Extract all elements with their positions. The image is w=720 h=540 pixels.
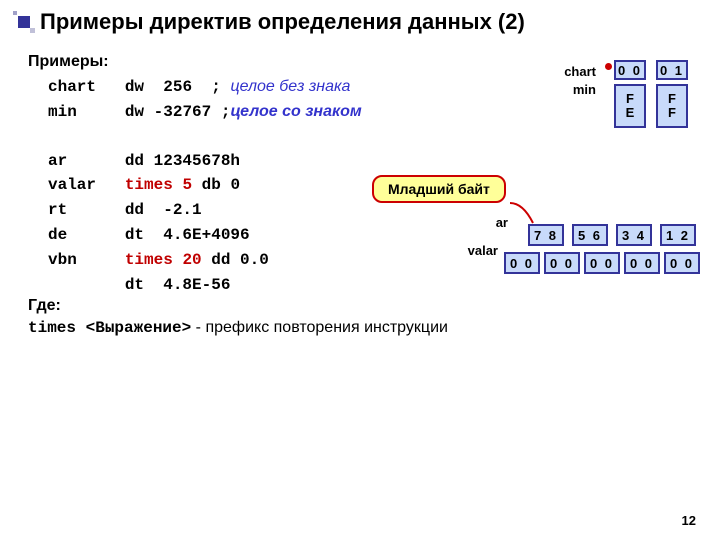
title-bullet <box>13 11 35 33</box>
where-label: Где: <box>28 297 458 315</box>
byte-valar-0: 0 0 <box>504 252 540 274</box>
byte-valar-1: 0 0 <box>544 252 580 274</box>
byte-chart-1: 0 1 <box>656 60 688 80</box>
byte-min-0: FE <box>614 84 646 128</box>
byte-valar-2: 0 0 <box>584 252 620 274</box>
byte-ar-3: 1 2 <box>660 224 696 246</box>
byte-ar-2: 3 4 <box>616 224 652 246</box>
byte-valar-4: 0 0 <box>664 252 700 274</box>
byte-min-1: FF <box>656 84 688 128</box>
callout-pointer-icon <box>508 201 548 225</box>
byte-ar-1: 5 6 <box>572 224 608 246</box>
examples-label: Примеры: <box>28 53 458 71</box>
byte-ar-0: 7 8 <box>528 224 564 246</box>
code-line-7: vbn times 20 dd 0.0 <box>28 248 458 273</box>
page-number: 12 <box>682 513 696 528</box>
byte-valar-3: 0 0 <box>624 252 660 274</box>
code-line-6: de dt 4.6E+4096 <box>28 223 458 248</box>
code-line-3: ar dd 12345678h <box>28 149 458 174</box>
page-title: Примеры директив определения данных (2) <box>40 9 525 35</box>
label-chart: chart <box>550 64 596 79</box>
callout-lsb: Младший байт <box>372 175 506 203</box>
byte-chart-0: 0 0 <box>614 60 646 80</box>
label-valar: valar <box>452 243 498 258</box>
code-line-8: dt 4.8E-56 <box>28 273 458 298</box>
code-line-1: chart dw 256 ; целое без знака <box>28 75 458 100</box>
code-line-2: min dw -32767 ;целое со знаком <box>28 100 458 125</box>
label-min: min <box>550 82 596 97</box>
dot-icon <box>605 63 612 70</box>
where-line: times <Выражение> - префикс повторения и… <box>28 319 458 337</box>
label-ar: ar <box>462 215 508 230</box>
